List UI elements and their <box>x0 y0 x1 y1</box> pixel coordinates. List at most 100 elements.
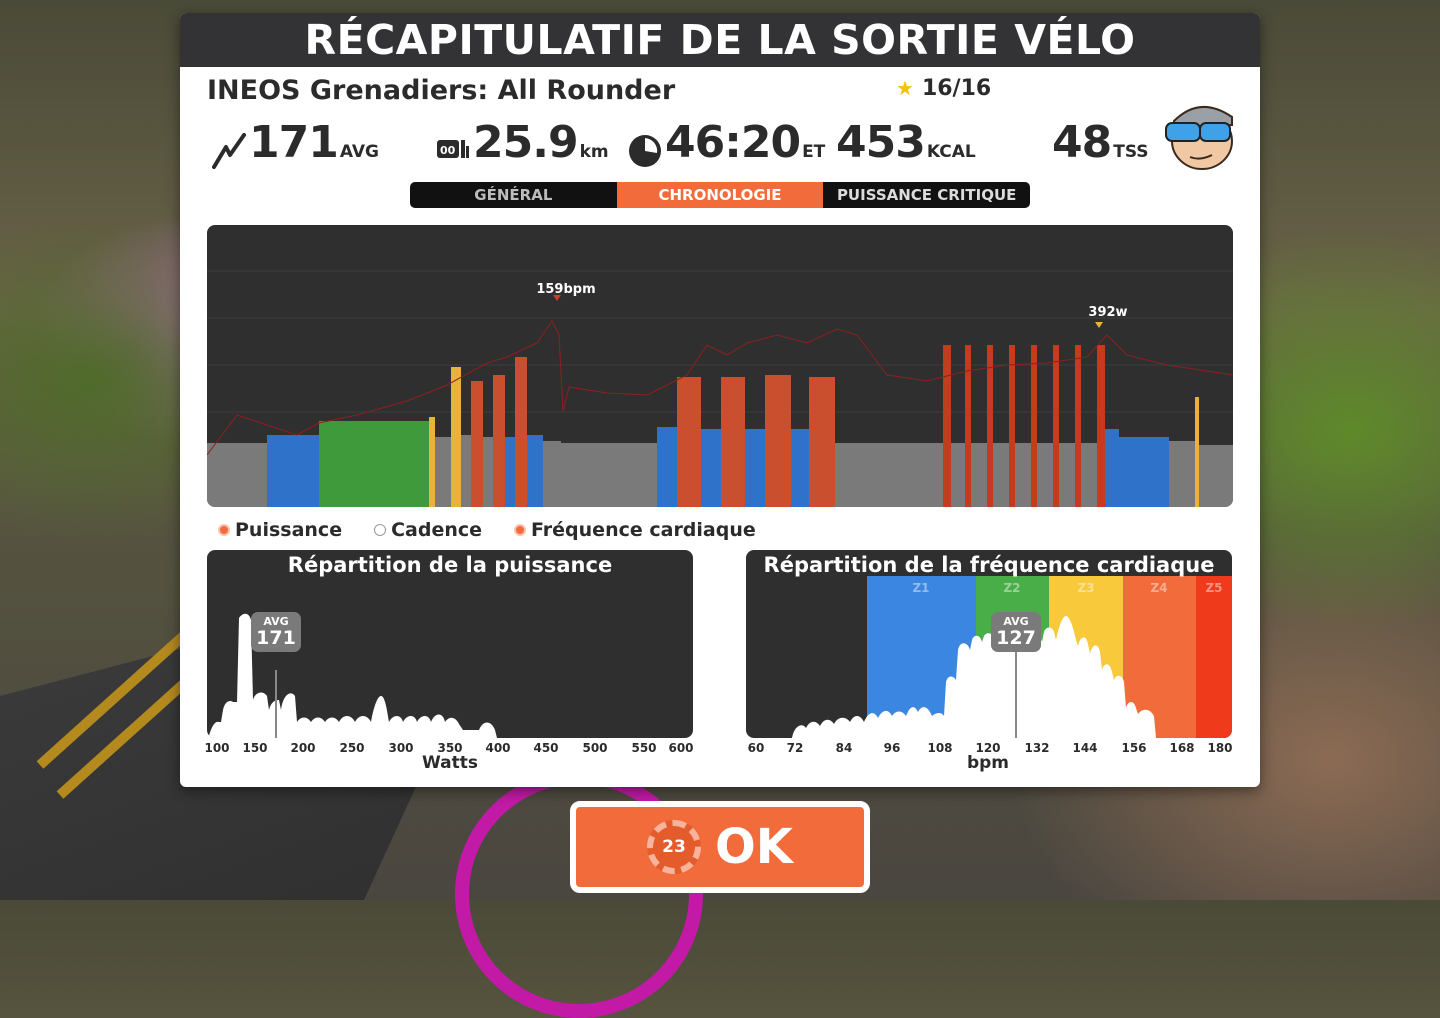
power-segment <box>993 443 1009 507</box>
hr-avg-value: 127 <box>996 627 1036 649</box>
hr-zone-2-label: Z2 <box>1003 581 1020 595</box>
ride-summary-panel: RÉCAPITULATIF DE LA SORTIE VÉLO INEOS Gr… <box>180 13 1260 787</box>
power-segment <box>505 437 515 507</box>
power-tick: 550 <box>631 741 657 755</box>
star-icon: ★ <box>896 76 914 100</box>
power-segment <box>1009 345 1015 507</box>
stat-distance-value: 25.9 <box>473 117 579 168</box>
power-tick: 500 <box>582 741 608 755</box>
hr-distribution-title: Répartition de la fréquence cardiaque <box>763 553 1215 577</box>
power-segment <box>1031 345 1037 507</box>
hr-tick: 156 <box>1121 741 1147 755</box>
power-segment <box>1075 345 1081 507</box>
power-segment <box>1097 345 1105 507</box>
legend-cadence-toggle[interactable] <box>374 524 387 536</box>
tab-general[interactable]: GÉNÉRAL <box>410 182 617 208</box>
power-segment <box>483 437 493 507</box>
stat-time-unit: ET <box>802 142 826 162</box>
timeline-svg: 159bpm 392w <box>207 270 1233 507</box>
power-segment <box>943 345 951 507</box>
hr-zone-5-label: Z5 <box>1205 581 1222 595</box>
stat-time: 46:20 ET <box>628 117 825 172</box>
tab-critical-power[interactable]: PUISSANCE CRITIQUE <box>823 182 1030 208</box>
distance-icon: 00 <box>436 136 470 170</box>
stat-calories: 453 KCAL <box>836 117 976 168</box>
hr-tick: 72 <box>786 741 804 755</box>
legend-power[interactable]: Puissance <box>218 519 342 541</box>
power-avg-value: 171 <box>256 627 296 649</box>
power-segment <box>1199 445 1233 507</box>
legend-cadence-label: Cadence <box>391 519 483 541</box>
stat-tss: 48 TSS <box>1052 117 1149 168</box>
stat-distance: 00 25.9 km <box>436 117 609 170</box>
power-segment <box>1195 397 1199 507</box>
power-segment <box>721 377 745 507</box>
power-segment <box>1037 443 1053 507</box>
power-segment <box>1015 443 1031 507</box>
power-tick: 450 <box>533 741 559 755</box>
stat-power: 171 AVG <box>212 117 379 173</box>
power-tick: 150 <box>242 741 268 755</box>
svg-text:00: 00 <box>440 144 456 157</box>
legend-power-toggle[interactable] <box>218 524 230 536</box>
clock-icon <box>628 134 662 172</box>
power-tick: 200 <box>290 741 316 755</box>
hr-axis-label: bpm <box>966 753 1010 773</box>
power-segment <box>1059 443 1075 507</box>
power-segment <box>429 417 435 507</box>
hr-tick: 60 <box>747 741 765 755</box>
power-tick: 600 <box>668 741 694 755</box>
power-segment <box>987 345 993 507</box>
tab-timeline[interactable]: CHRONOLOGIE <box>616 182 824 208</box>
power-histogram-area <box>207 613 497 738</box>
stat-time-value: 46:20 <box>665 117 801 168</box>
hr-zone-5 <box>1196 576 1232 738</box>
max-hr-marker <box>553 295 561 301</box>
power-segment <box>951 443 965 507</box>
power-segment <box>657 427 677 507</box>
power-segment <box>1053 345 1059 507</box>
power-segment <box>561 443 657 507</box>
hr-distribution-chart: Répartition de la fréquence cardiaque Z1… <box>746 550 1232 738</box>
summary-tabs: GÉNÉRAL CHRONOLOGIE PUISSANCE CRITIQUE <box>410 182 1030 208</box>
power-segment <box>319 421 429 507</box>
power-tick: 250 <box>339 741 365 755</box>
power-segment <box>451 367 461 507</box>
power-axis-label: Watts <box>422 753 478 773</box>
power-segment <box>515 357 527 507</box>
power-segment <box>809 377 835 507</box>
power-segment <box>701 429 721 507</box>
legend-hr-toggle[interactable] <box>514 524 527 536</box>
legend-power-label: Puissance <box>235 519 343 541</box>
power-segment <box>791 429 809 507</box>
rider-avatar <box>1160 95 1238 175</box>
hr-tick: 108 <box>927 741 953 755</box>
hr-zone-4-label: Z4 <box>1150 581 1167 595</box>
power-segment <box>835 443 943 507</box>
hr-tick: 168 <box>1169 741 1195 755</box>
power-segment <box>543 441 561 507</box>
power-segment <box>677 377 701 507</box>
hr-tick: 180 <box>1207 741 1233 755</box>
power-segment <box>1081 443 1097 507</box>
power-segment <box>1169 441 1195 507</box>
level-badge-icon: 23 <box>647 820 701 874</box>
hr-zone-3-label: Z3 <box>1077 581 1094 595</box>
ok-button[interactable]: 23 OK <box>570 801 870 893</box>
power-segment <box>435 437 451 507</box>
power-tick: 100 <box>204 741 230 755</box>
timeline-legend: Puissance Cadence Fréquence cardiaque <box>218 519 756 541</box>
power-tick: 300 <box>388 741 414 755</box>
legend-cadence[interactable]: Cadence <box>374 519 482 541</box>
timeline-chart: 159bpm 392w <box>207 225 1233 507</box>
max-power-marker <box>1095 322 1103 328</box>
legend-heart-rate[interactable]: Fréquence cardiaque <box>514 519 756 541</box>
power-segment <box>765 375 791 507</box>
stat-distance-unit: km <box>579 142 609 162</box>
stat-power-unit: AVG <box>339 142 379 162</box>
power-segment <box>461 435 471 507</box>
power-segment <box>471 381 483 507</box>
stat-power-value: 171 <box>249 117 339 168</box>
power-icon <box>212 132 246 173</box>
max-hr-label: 159bpm <box>536 282 595 297</box>
